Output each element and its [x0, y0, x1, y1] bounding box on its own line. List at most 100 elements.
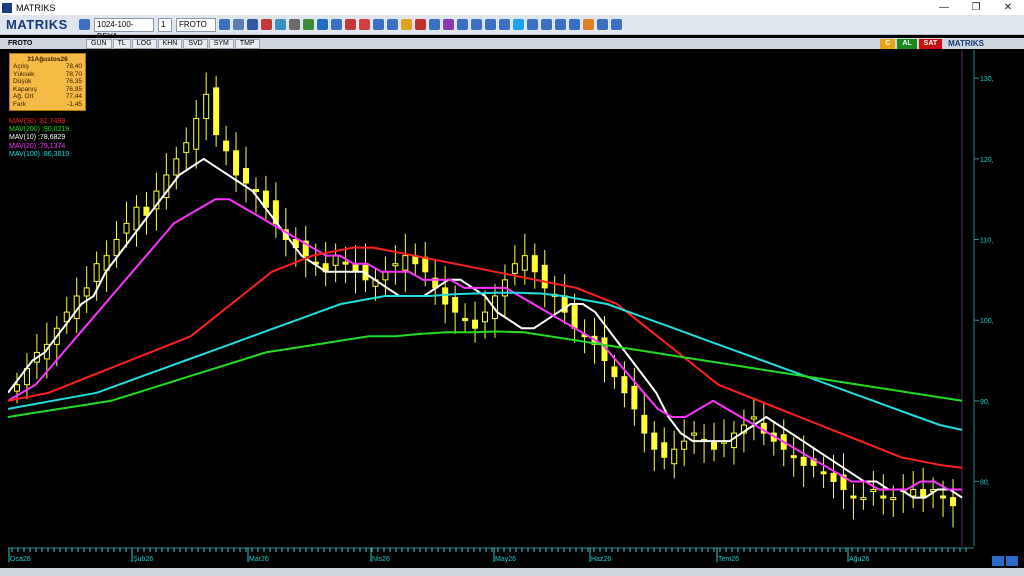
brand-logo: MATRIKS [6, 17, 68, 32]
candle-body [790, 455, 797, 459]
tab-gun[interactable]: GUN [86, 38, 112, 49]
candle-body [681, 440, 688, 450]
notify-icon[interactable] [569, 19, 580, 30]
x-tick-label: Oca26 [10, 556, 31, 563]
warning-icon[interactable] [583, 19, 594, 30]
layout-select[interactable]: 1024-100-BEYA [94, 17, 154, 41]
tab-tmp[interactable]: TMP [234, 38, 260, 49]
tab-sym[interactable]: SYM [208, 38, 234, 49]
tab-svd[interactable]: SVD [183, 38, 208, 49]
candle-body [750, 416, 757, 420]
tab-log[interactable]: LOG [131, 38, 157, 49]
star-icon[interactable] [401, 19, 412, 30]
save-icon[interactable] [79, 19, 90, 30]
infobox-row-close: Kapanış 76,95 [13, 86, 82, 94]
candle-body [143, 206, 150, 216]
search-icon[interactable] [499, 19, 510, 30]
legend-value: :86,3819 [41, 150, 70, 158]
price-chart[interactable]: 130, 120, 110, 100, 90, 80, Oca26 Şub26 Mar26 Nis… [8, 50, 1016, 568]
save-icon[interactable] [219, 19, 230, 30]
label: Ağ. Ort [13, 93, 34, 100]
stop-icon[interactable] [415, 19, 426, 30]
candle-body [691, 432, 698, 436]
candle-body [850, 495, 857, 499]
candle-body [541, 264, 548, 289]
legend-item: MAV(50) :81,7499 [9, 118, 69, 126]
infobox-row-low: Düşük 76,35 [13, 78, 82, 86]
bold-icon[interactable] [345, 19, 356, 30]
candle-body [382, 271, 389, 281]
sell-button[interactable]: SAT [918, 38, 943, 49]
v-icon[interactable] [527, 19, 538, 30]
candle-body [880, 495, 887, 499]
candle-body [213, 87, 220, 136]
legend-value: :81,7499 [38, 118, 66, 125]
y-tick-label: 90, [980, 399, 990, 406]
close-button[interactable]: ✕ [992, 0, 1024, 15]
x-tick-label: May26 [495, 556, 516, 563]
formula-icon[interactable] [443, 19, 454, 30]
settings-corner-icon[interactable] [1006, 556, 1018, 566]
layout-icon[interactable] [233, 19, 244, 30]
export-icon[interactable] [555, 19, 566, 30]
table-icon[interactable] [471, 19, 482, 30]
infobox-date: 31Ağustos26 [27, 56, 68, 63]
infobox-row-diff: Fark -1,45 [13, 101, 82, 109]
maximize-button[interactable]: ❐ [960, 0, 992, 15]
chart2-icon[interactable] [485, 19, 496, 30]
candle-body [621, 376, 628, 394]
tab-khn[interactable]: KHN [157, 38, 183, 49]
refresh-icon[interactable] [387, 19, 398, 30]
minimize-button[interactable]: — [928, 0, 960, 15]
calendar-icon[interactable] [317, 19, 328, 30]
candle-body [352, 263, 359, 273]
move-icon[interactable] [541, 19, 552, 30]
x-tick-label: Ağu26 [849, 556, 869, 563]
label: Açılış [13, 63, 29, 70]
infobox-row-avg: Ağ. Ort 77,44 [13, 93, 82, 101]
series-line-mav20 [8, 198, 962, 491]
infobox-row-open: Açılış 78,40 [13, 63, 82, 71]
toolbar-icons [216, 19, 622, 30]
candle-body [422, 256, 429, 273]
page-number-select[interactable]: 1 [158, 17, 172, 32]
phone-icon[interactable] [611, 19, 622, 30]
window-icon[interactable] [457, 19, 468, 30]
value: 76,95 [65, 85, 82, 93]
draw-icon[interactable] [261, 19, 272, 30]
u-icon[interactable] [373, 19, 384, 30]
candle-body [820, 471, 827, 475]
legend-label: MAV(200) [9, 126, 42, 134]
value: -1,45 [67, 100, 82, 108]
candle-body [800, 456, 807, 466]
zoom-icon[interactable] [247, 19, 258, 30]
candle-body [342, 261, 349, 265]
mail-icon[interactable] [429, 19, 440, 30]
alert-icon[interactable] [359, 19, 370, 30]
twitter-icon[interactable] [513, 19, 524, 30]
chart-icon[interactable] [275, 19, 286, 30]
c-button[interactable]: C [880, 38, 896, 49]
label: Yüksek [13, 70, 35, 78]
indicator-icon[interactable] [289, 19, 300, 30]
settings-icon[interactable] [597, 19, 608, 30]
candle-body [203, 93, 210, 120]
legend-value: :79,1374 [38, 142, 66, 150]
candle-body [173, 158, 180, 176]
candle-body [910, 489, 917, 497]
sync-icon[interactable] [992, 556, 1004, 566]
candle-body [113, 239, 120, 257]
panel-brand: MATRIKS [948, 39, 984, 48]
chart-tabbar: FROTO GUN TL LOG KHN SVD SYM TMP C AL SA… [0, 38, 1024, 49]
tab-tl[interactable]: TL [112, 38, 131, 49]
symbol-input[interactable]: FROTO [176, 17, 216, 32]
buy-button[interactable]: AL [897, 38, 917, 49]
globe-icon[interactable] [303, 19, 314, 30]
legend-item: MAV(20) :79,1374 [9, 143, 69, 151]
candle-body [940, 495, 947, 499]
candle-body [661, 442, 668, 458]
status-bar [0, 568, 1024, 576]
x-tick-label: Haz26 [591, 556, 611, 563]
news-icon[interactable] [331, 19, 342, 30]
candle-body [452, 297, 459, 313]
